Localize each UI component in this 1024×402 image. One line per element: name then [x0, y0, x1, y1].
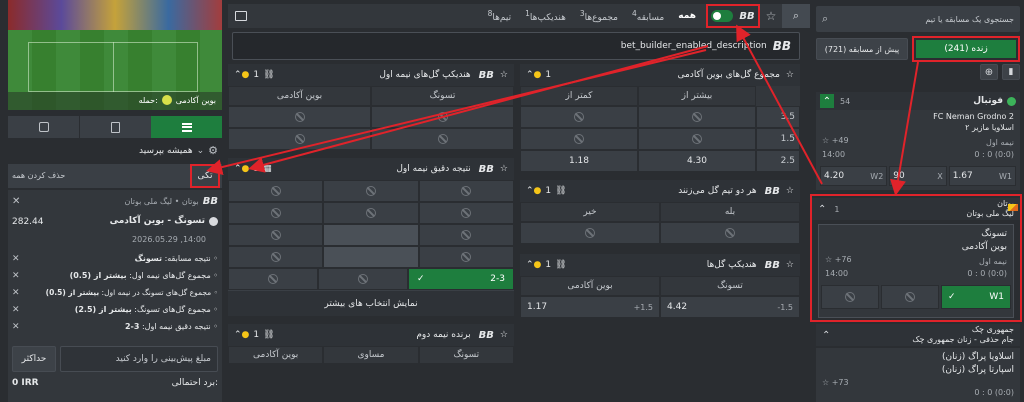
arrow-to-single-tab — [206, 49, 707, 175]
annotation-arrows — [206, 24, 919, 196]
arrow-to-event — [890, 61, 919, 196]
arrow-to-exact-score — [248, 45, 709, 173]
arrow-to-toggle — [736, 24, 823, 185]
